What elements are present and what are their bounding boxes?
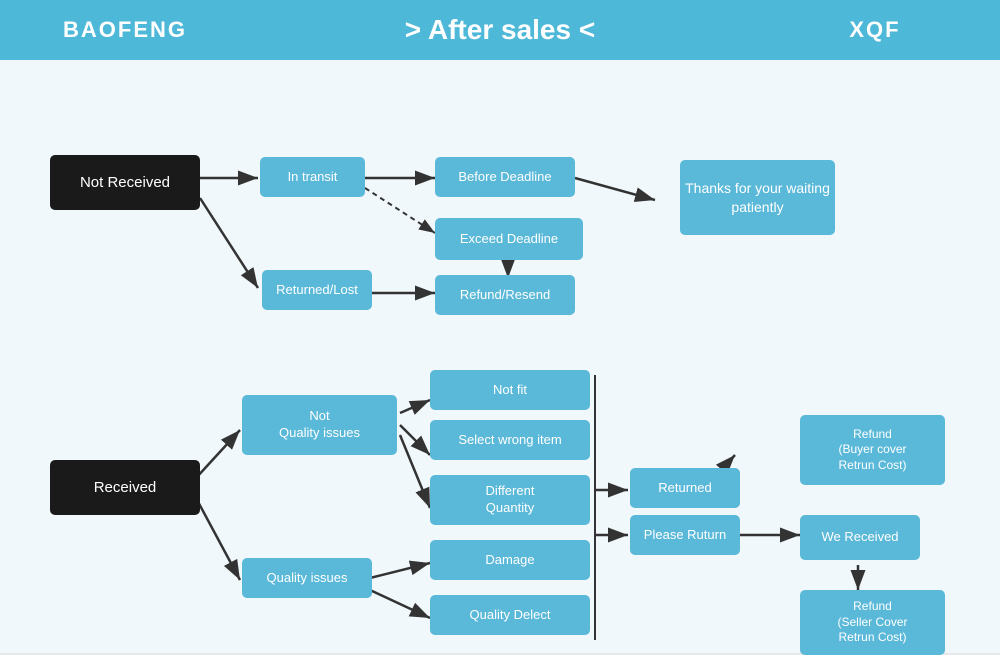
different-quantity-box: Different Quantity: [430, 475, 590, 525]
received-box: Received: [50, 460, 200, 515]
not-fit-box: Not fit: [430, 370, 590, 410]
in-transit-box: In transit: [260, 157, 365, 197]
returned-lost-box: Returned/Lost: [262, 270, 372, 310]
quality-defect-box: Quality Delect: [430, 595, 590, 635]
header: BAOFENG > After sales < XQF: [0, 0, 1000, 60]
not-received-box: Not Received: [50, 155, 200, 210]
exceed-deadline-box: Exceed Deadline: [435, 218, 583, 260]
refund-seller-box: Refund (Seller Cover Retrun Cost): [800, 590, 945, 655]
main-diagram: Not Received In transit Before Deadline …: [0, 60, 1000, 653]
we-received-box: We Received: [800, 515, 920, 560]
refund-buyer-box: Refund (Buyer cover Retrun Cost): [800, 415, 945, 485]
returned-box: Returned: [630, 468, 740, 508]
before-deadline-box: Before Deadline: [435, 157, 575, 197]
quality-issues-box: Quality issues: [242, 558, 372, 598]
header-right: XQF: [750, 17, 1000, 43]
refund-resend-box: Refund/Resend: [435, 275, 575, 315]
select-wrong-item-box: Select wrong item: [430, 420, 590, 460]
thanks-box: Thanks for your waiting patiently: [680, 160, 835, 235]
header-center: > After sales <: [250, 14, 750, 46]
please-return-box: Please Ruturn: [630, 515, 740, 555]
not-quality-box: Not Quality issues: [242, 395, 397, 455]
header-left: BAOFENG: [0, 17, 250, 43]
damage-box: Damage: [430, 540, 590, 580]
